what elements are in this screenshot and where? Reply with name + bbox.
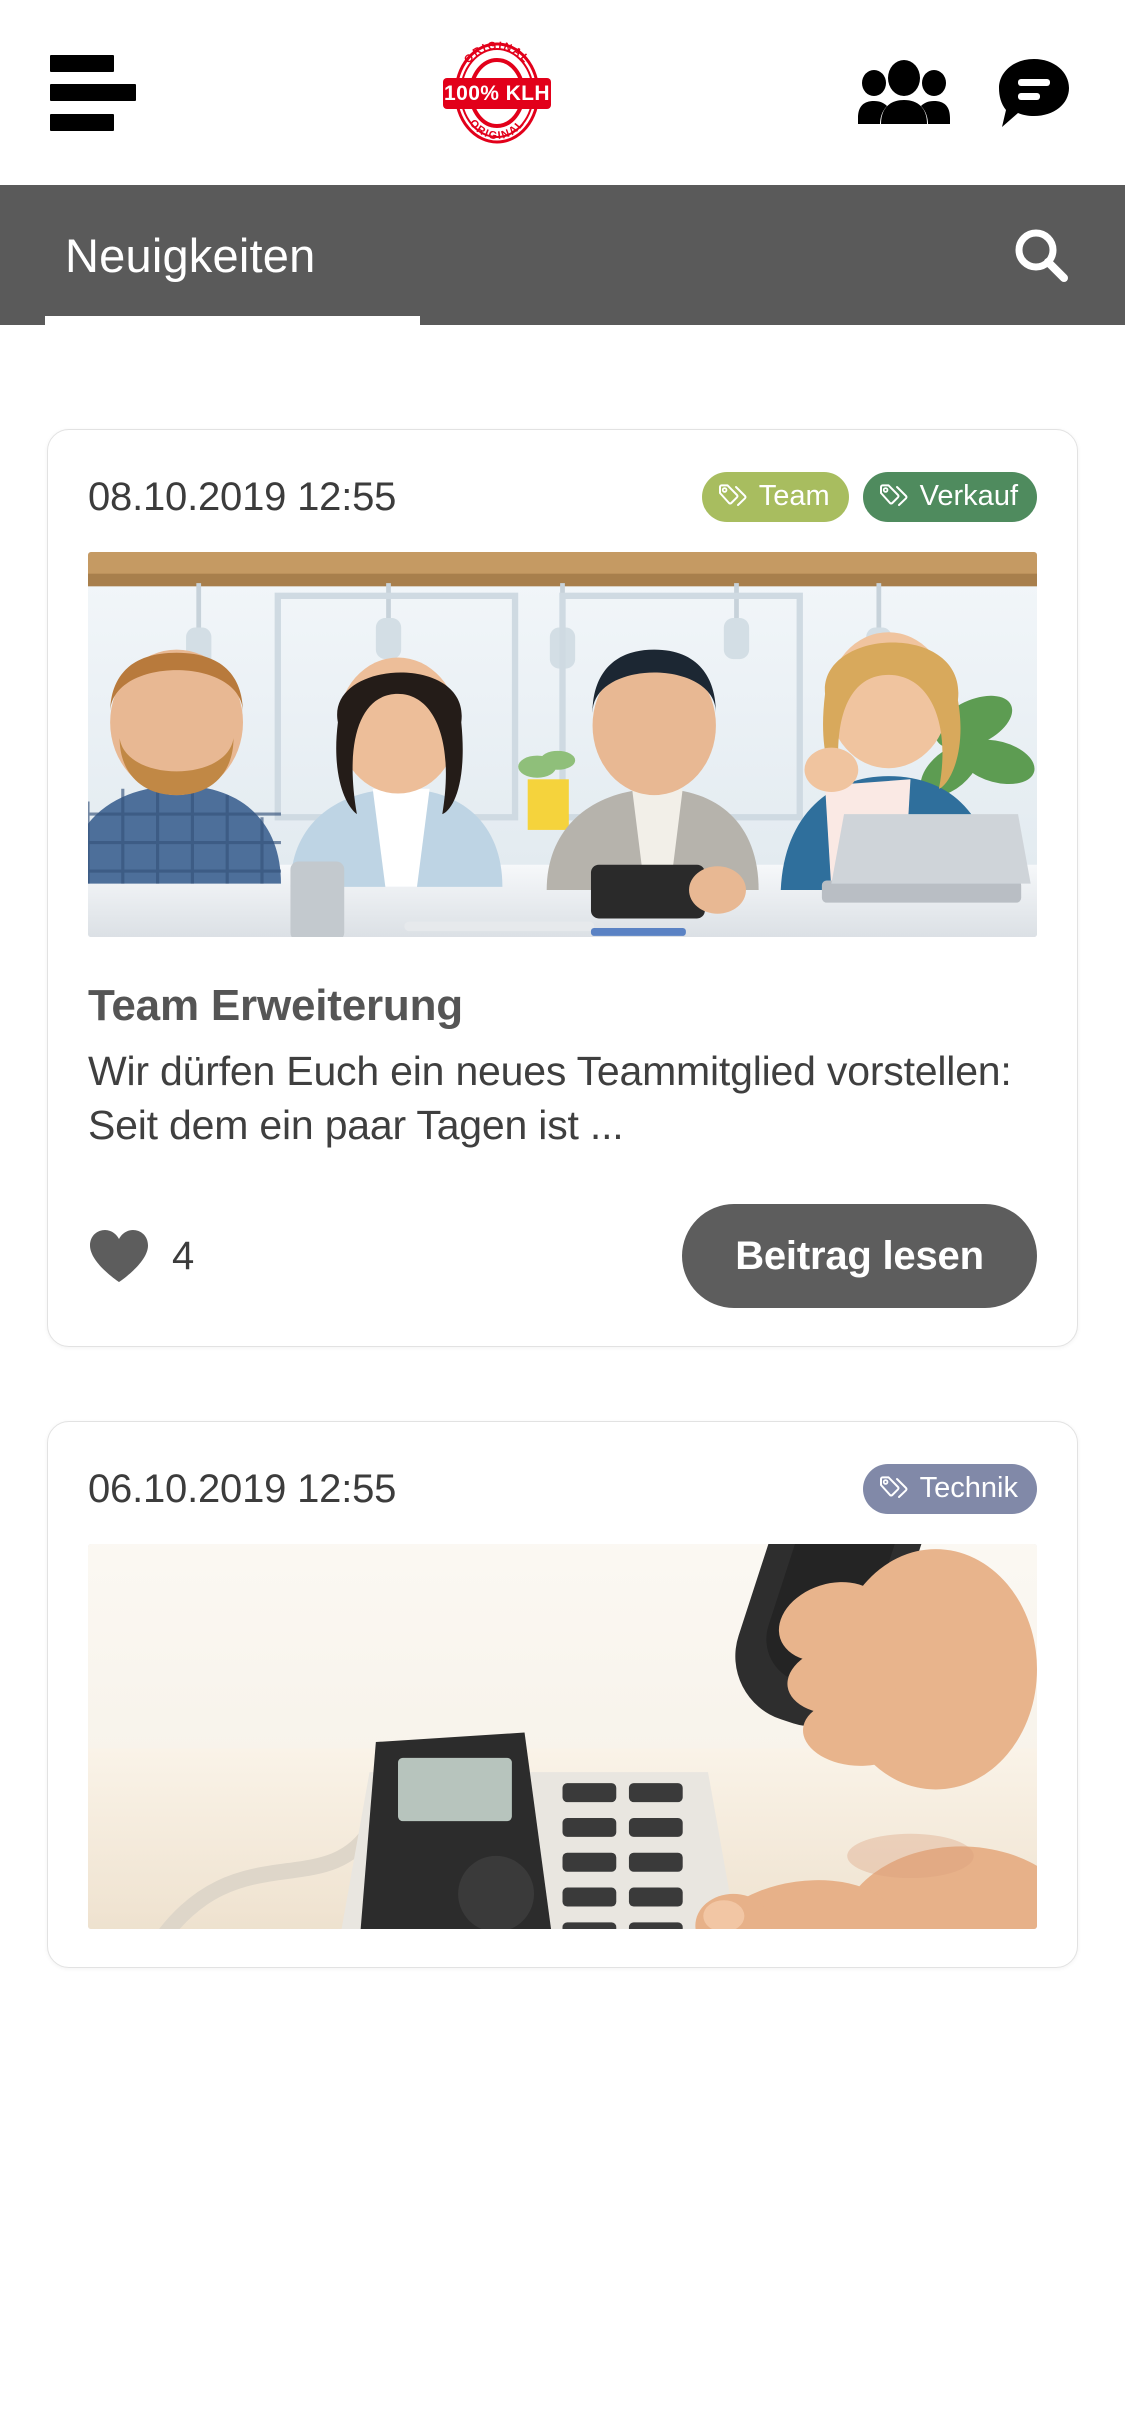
tag-list: Technik	[862, 1464, 1037, 1515]
search-icon[interactable]	[1012, 226, 1070, 284]
card-header: 06.10.2019 12:55 Technik	[88, 1462, 1037, 1516]
hamburger-menu-icon[interactable]	[50, 54, 136, 131]
svg-text:100% KLH: 100% KLH	[444, 82, 550, 105]
tag-technik[interactable]: Technik	[862, 1464, 1037, 1515]
active-tab-indicator	[45, 316, 420, 325]
tag-label: Team	[758, 479, 830, 512]
news-card[interactable]: 08.10.2019 12:55 Team Verkauf Team Erwei…	[47, 429, 1078, 1348]
post-date: 06.10.2019 12:55	[88, 1467, 397, 1512]
svg-text:ORIGINAL: ORIGINAL	[466, 117, 526, 142]
tag-list: Team Verkauf	[701, 472, 1037, 522]
section-tabbar: Neuigkeiten	[0, 185, 1125, 325]
tag-label: Technik	[919, 1471, 1018, 1504]
read-post-button[interactable]: Beitrag lesen	[682, 1204, 1037, 1309]
post-excerpt: Wir dürfen Euch ein neues Teammitglied v…	[88, 1048, 1012, 1149]
news-card[interactable]: 06.10.2019 12:55 Technik	[47, 1421, 1078, 1969]
tag-icon	[879, 1476, 908, 1499]
hamburger-bar-3	[50, 113, 114, 131]
post-image	[88, 552, 1037, 937]
klh-original-stamp-logo[interactable]: ORIGINAL ORIGINAL 100% KLH	[441, 41, 553, 145]
news-feed: 08.10.2019 12:55 Team Verkauf Team Erwei…	[0, 429, 1125, 1969]
header-actions	[857, 57, 1071, 129]
card-footer: 4 Beitrag lesen	[88, 1204, 1037, 1309]
post-image	[88, 1544, 1037, 1930]
card-header: 08.10.2019 12:55 Team Verkauf	[88, 470, 1037, 524]
chat-button[interactable]	[997, 57, 1071, 129]
post-date: 08.10.2019 12:55	[88, 475, 397, 519]
app-root: ORIGINAL ORIGINAL 100% KLH Neuigkeiten 0…	[0, 0, 1125, 2436]
tag-team[interactable]: Team	[701, 472, 849, 522]
tag-icon	[879, 484, 908, 506]
tag-verkauf[interactable]: Verkauf	[862, 472, 1037, 522]
tag-icon	[718, 484, 747, 506]
post-title: Team Erweiterung	[88, 981, 463, 1030]
heart-icon	[90, 1230, 148, 1283]
like-count: 4	[172, 1234, 195, 1279]
hamburger-bar-1	[50, 54, 114, 72]
tab-neuigkeiten[interactable]: Neuigkeiten	[45, 232, 315, 279]
hamburger-bar-2	[50, 84, 136, 101]
contacts-button[interactable]	[857, 58, 951, 128]
tag-label: Verkauf	[919, 479, 1018, 512]
like-button[interactable]: 4	[88, 1228, 194, 1284]
app-header: ORIGINAL ORIGINAL 100% KLH	[0, 0, 1125, 185]
